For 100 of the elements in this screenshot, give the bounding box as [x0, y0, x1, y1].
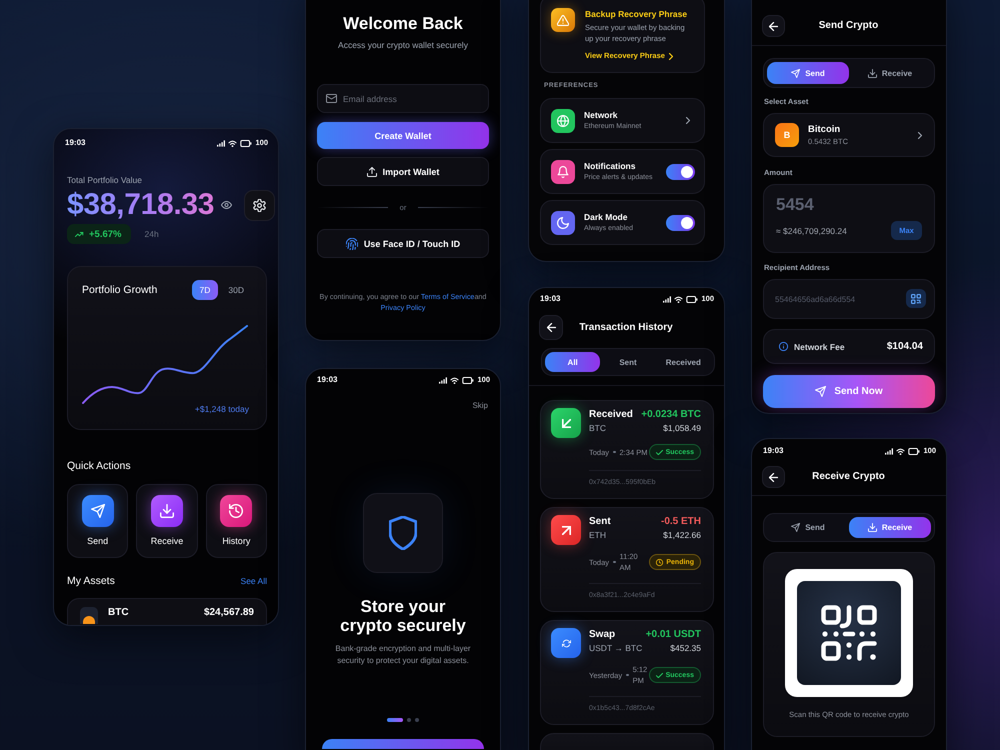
fiat-equivalent: ≈ $246,709,290.24: [776, 226, 847, 236]
download-icon: [868, 523, 877, 532]
screen-title: Transaction History: [579, 322, 673, 334]
send-icon: [82, 495, 114, 527]
back-button[interactable]: [762, 466, 785, 488]
qr-code-icon: [785, 569, 913, 697]
check-icon: [656, 450, 663, 454]
back-arrow-icon: [769, 472, 778, 482]
filter-tab[interactable]: Sent: [600, 352, 656, 372]
warning-icon: [551, 8, 575, 32]
qr-code-icon: [911, 294, 921, 304]
chevron-right-icon: [686, 117, 690, 124]
import-wallet-button[interactable]: Import Wallet: [317, 157, 489, 186]
fingerprint-icon: [346, 238, 358, 250]
change-period: 24h: [144, 229, 159, 239]
history-icon: [220, 495, 252, 527]
back-button[interactable]: [539, 315, 563, 340]
primary-button[interactable]: [322, 739, 484, 749]
quick-action-button[interactable]: History: [206, 484, 267, 558]
swap-arrows-icon: [551, 628, 581, 658]
mode-tab[interactable]: Send: [767, 62, 849, 84]
eye-icon[interactable]: [221, 201, 232, 209]
send-icon: [791, 523, 800, 532]
signal-icon: [663, 296, 672, 302]
dot-icon: [613, 560, 616, 564]
section-title: My Assets: [67, 575, 115, 587]
email-field[interactable]: Email address: [317, 84, 489, 113]
setting-title: Dark Mode: [584, 212, 628, 222]
fee-amount: $104.04: [886, 341, 923, 352]
transaction-asset: USDT → BTC: [589, 642, 642, 654]
info-icon: [779, 342, 788, 351]
check-icon: [656, 672, 663, 678]
upload-icon: [366, 166, 377, 176]
create-wallet-button[interactable]: Create Wallet: [317, 122, 489, 149]
settings-icon: [253, 198, 266, 212]
change-percent: +5.67%: [89, 228, 122, 240]
battery-icon: [462, 376, 474, 384]
toggle-switch[interactable]: [666, 164, 695, 180]
quick-action-button[interactable]: Send: [67, 484, 128, 558]
asset-row[interactable]: BTC $24,567.89: [67, 598, 267, 625]
range-tab[interactable]: 30D: [220, 280, 252, 300]
settings-button[interactable]: [244, 190, 275, 220]
mail-icon: [326, 94, 337, 103]
chevron-right-icon: [668, 52, 673, 60]
mode-tab[interactable]: Send: [767, 517, 849, 538]
transaction-value: $1,058.49: [663, 422, 701, 434]
send-now-button[interactable]: Send Now: [763, 375, 935, 408]
battery-icon: [686, 296, 698, 302]
battery-icon: [908, 448, 920, 454]
signal-icon: [439, 376, 448, 384]
status-time: 19:03: [540, 293, 560, 305]
send-icon: [815, 386, 826, 397]
chevron-right-icon: [918, 132, 922, 138]
back-arrow-icon: [546, 323, 556, 332]
dot-icon: [613, 450, 616, 454]
range-tab[interactable]: 7D: [192, 280, 218, 300]
asset-logo: B: [775, 123, 799, 147]
clock-icon: [656, 558, 664, 566]
mode-tab[interactable]: Receive: [849, 62, 931, 84]
skip-button[interactable]: Skip: [472, 401, 488, 411]
transaction-value: $1,422.66: [663, 529, 701, 541]
wifi-icon: [228, 140, 238, 146]
transaction-type: Received: [589, 408, 633, 421]
transaction-asset: ETH: [589, 529, 606, 541]
today-gain: +$1,248 today: [194, 404, 249, 414]
signal-icon: [217, 140, 226, 146]
onboarding-title: Store your crypto securely: [339, 597, 467, 635]
back-arrow-icon: [769, 22, 778, 30]
fee-label: Network Fee: [794, 342, 845, 352]
biometric-button[interactable]: Use Face ID / Touch ID: [317, 229, 489, 258]
see-all-link[interactable]: See All: [240, 575, 267, 587]
screen-title: Receive Crypto: [812, 471, 885, 483]
status-time: 19:03: [65, 137, 86, 149]
portfolio-label: Total Portfolio Value: [67, 175, 142, 185]
transaction-type: Swap: [589, 628, 616, 641]
quick-action-button[interactable]: Receive: [136, 484, 198, 558]
onboarding-description: Bank-grade encryption and multi-layer security to protect your digital assets.: [334, 643, 472, 667]
welcome-subtitle: Access your crypto wallet securely: [338, 40, 468, 50]
back-button[interactable]: [762, 15, 785, 37]
growth-title: Portfolio Growth: [82, 284, 158, 296]
backup-title: Backup Recovery Phrase: [585, 8, 688, 20]
filter-tab[interactable]: Received: [656, 352, 711, 372]
filter-tab[interactable]: All: [545, 352, 600, 372]
status-time: 19:03: [317, 374, 338, 386]
download-icon: [868, 68, 877, 78]
asset-symbol: BTC: [108, 607, 129, 619]
asset-name: Bitcoin: [808, 124, 840, 136]
setting-title: Notifications: [584, 160, 636, 172]
dot-icon: [626, 674, 629, 676]
section-title: Quick Actions: [67, 460, 131, 472]
qr-scan-button[interactable]: [906, 289, 926, 308]
transaction-type: Sent: [589, 515, 611, 528]
signal-icon: [885, 448, 894, 454]
battery-icon: [240, 140, 252, 146]
shield-icon: [363, 493, 443, 573]
toggle-switch[interactable]: [666, 214, 695, 230]
transaction-asset: BTC: [589, 422, 606, 434]
status-time: 19:03: [763, 445, 784, 457]
trend-up-icon: [75, 232, 84, 236]
mode-tab[interactable]: Receive: [849, 517, 931, 538]
